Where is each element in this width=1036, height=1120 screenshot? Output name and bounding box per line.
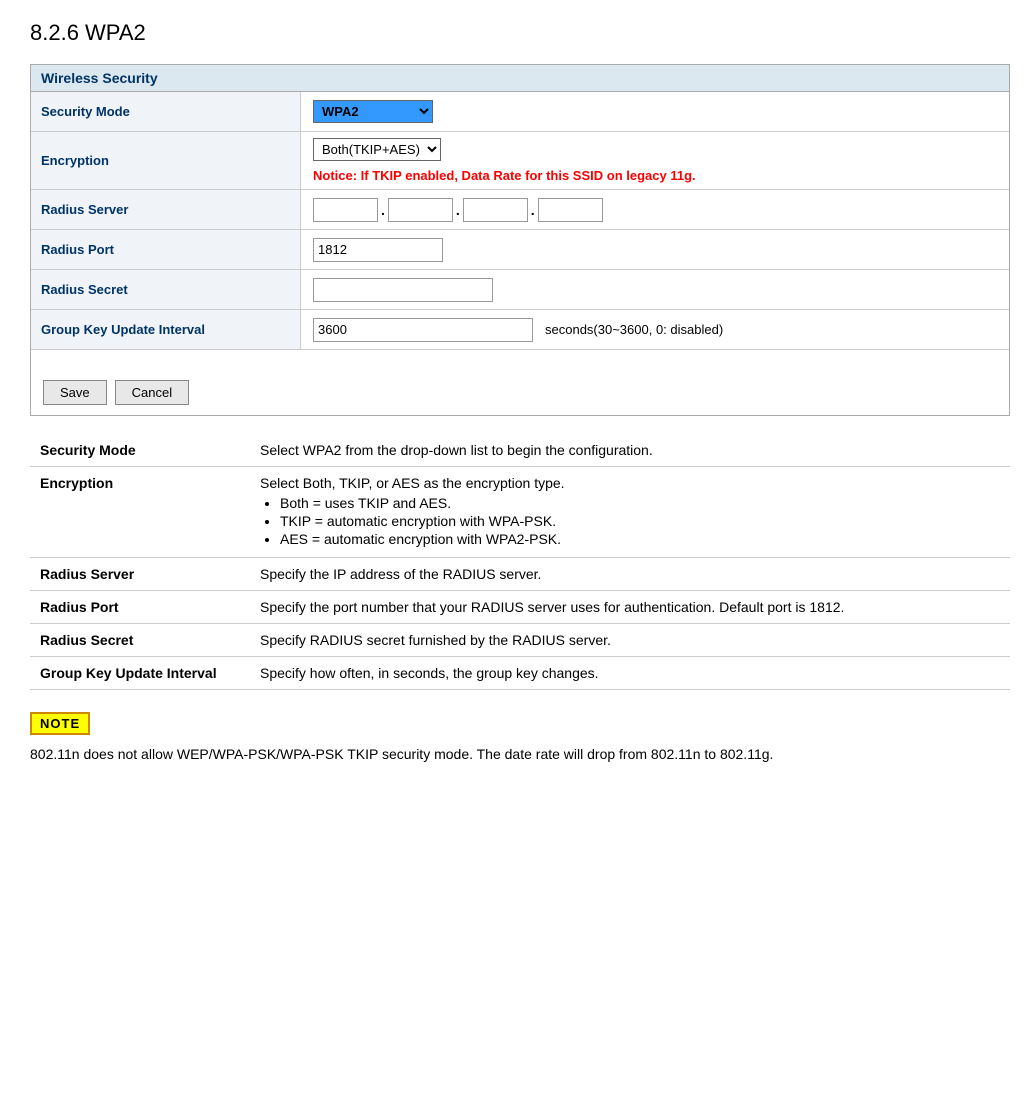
page-title: 8.2.6 WPA2	[30, 20, 1006, 46]
encryption-content: Both(TKIP+AES) TKIP AES Notice: If TKIP …	[301, 132, 1009, 189]
desc-detail-0: Select WPA2 from the drop-down list to b…	[250, 434, 1010, 467]
ip-dot-2: .	[453, 202, 463, 218]
encryption-select[interactable]: Both(TKIP+AES) TKIP AES	[313, 138, 441, 161]
desc-term-1: Encryption	[30, 467, 250, 558]
encryption-row: Encryption Both(TKIP+AES) TKIP AES Notic…	[31, 132, 1009, 190]
desc-row-0: Security ModeSelect WPA2 from the drop-d…	[30, 434, 1010, 467]
desc-term-3: Radius Port	[30, 591, 250, 624]
radius-server-label: Radius Server	[31, 190, 301, 229]
desc-detail-1: Select Both, TKIP, or AES as the encrypt…	[250, 467, 1010, 558]
group-key-suffix: seconds(30~3600, 0: disabled)	[545, 322, 723, 337]
radius-secret-label: Radius Secret	[31, 270, 301, 309]
group-key-input[interactable]	[313, 318, 533, 342]
desc-row-2: Radius ServerSpecify the IP address of t…	[30, 558, 1010, 591]
group-key-row: Group Key Update Interval seconds(30~360…	[31, 310, 1009, 350]
security-mode-content: WPA2 WPA WEP Disable	[301, 94, 1009, 129]
desc-row-4: Radius SecretSpecify RADIUS secret furni…	[30, 624, 1010, 657]
radius-secret-row: Radius Secret	[31, 270, 1009, 310]
desc-detail-2: Specify the IP address of the RADIUS ser…	[250, 558, 1010, 591]
radius-port-row: Radius Port	[31, 230, 1009, 270]
note-text: 802.11n does not allow WEP/WPA-PSK/WPA-P…	[30, 743, 1010, 765]
radius-port-input[interactable]	[313, 238, 443, 262]
cancel-button[interactable]: Cancel	[115, 380, 189, 405]
desc-term-4: Radius Secret	[30, 624, 250, 657]
encryption-label: Encryption	[31, 132, 301, 189]
desc-term-0: Security Mode	[30, 434, 250, 467]
form-header: Wireless Security	[31, 65, 1009, 92]
note-section: NOTE 802.11n does not allow WEP/WPA-PSK/…	[30, 712, 1010, 765]
description-table: Security ModeSelect WPA2 from the drop-d…	[30, 434, 1010, 690]
desc-detail-4: Specify RADIUS secret furnished by the R…	[250, 624, 1010, 657]
desc-row-1: EncryptionSelect Both, TKIP, or AES as t…	[30, 467, 1010, 558]
encryption-notice: Notice: If TKIP enabled, Data Rate for t…	[313, 168, 696, 183]
security-mode-label: Security Mode	[31, 92, 301, 131]
radius-port-content	[301, 232, 1009, 268]
radius-server-row: Radius Server . . .	[31, 190, 1009, 230]
desc-bullet: AES = automatic encryption with WPA2-PSK…	[280, 531, 1000, 547]
ip-address-group: . . .	[313, 198, 603, 222]
desc-row-3: Radius PortSpecify the port number that …	[30, 591, 1010, 624]
security-mode-row: Security Mode WPA2 WPA WEP Disable	[31, 92, 1009, 132]
group-key-content: seconds(30~3600, 0: disabled)	[301, 312, 1009, 348]
wireless-security-form: Wireless Security Security Mode WPA2 WPA…	[30, 64, 1010, 416]
spacer-row	[31, 350, 1009, 370]
ip-dot-3: .	[528, 202, 538, 218]
ip-octet-2[interactable]	[388, 198, 453, 222]
ip-octet-3[interactable]	[463, 198, 528, 222]
radius-secret-input[interactable]	[313, 278, 493, 302]
desc-term-5: Group Key Update Interval	[30, 657, 250, 690]
button-row: Save Cancel	[31, 370, 1009, 415]
note-badge: NOTE	[30, 712, 90, 735]
ip-octet-1[interactable]	[313, 198, 378, 222]
desc-term-2: Radius Server	[30, 558, 250, 591]
security-mode-select[interactable]: WPA2 WPA WEP Disable	[313, 100, 433, 123]
radius-server-content: . . .	[301, 192, 1009, 228]
desc-bullet: Both = uses TKIP and AES.	[280, 495, 1000, 511]
ip-dot-1: .	[378, 202, 388, 218]
save-button[interactable]: Save	[43, 380, 107, 405]
group-key-label: Group Key Update Interval	[31, 310, 301, 349]
radius-secret-content	[301, 272, 1009, 308]
desc-detail-5: Specify how often, in seconds, the group…	[250, 657, 1010, 690]
desc-row-5: Group Key Update IntervalSpecify how oft…	[30, 657, 1010, 690]
radius-port-label: Radius Port	[31, 230, 301, 269]
ip-octet-4[interactable]	[538, 198, 603, 222]
desc-detail-3: Specify the port number that your RADIUS…	[250, 591, 1010, 624]
desc-bullet: TKIP = automatic encryption with WPA-PSK…	[280, 513, 1000, 529]
